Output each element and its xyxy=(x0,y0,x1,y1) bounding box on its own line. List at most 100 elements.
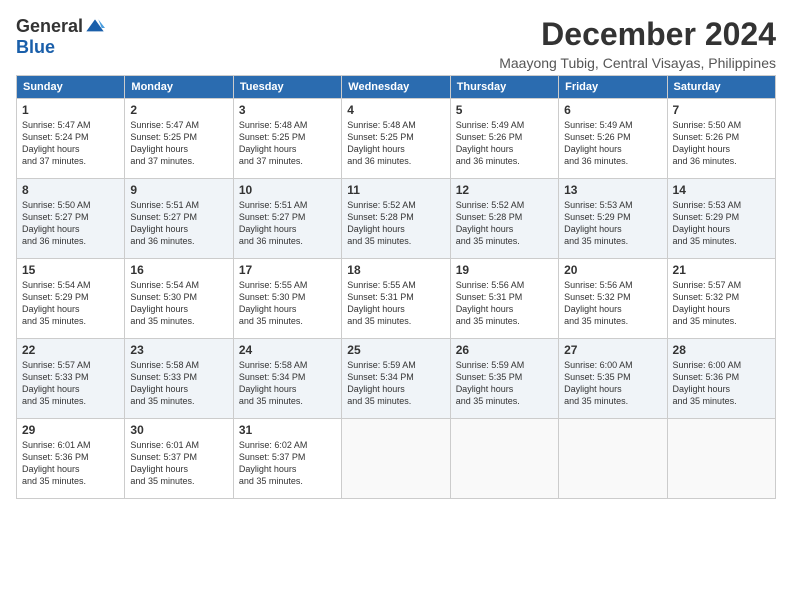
day-number: 13 xyxy=(564,183,661,197)
calendar-day-cell: 7 Sunrise: 5:50 AM Sunset: 5:26 PM Dayli… xyxy=(667,99,775,179)
day-number: 18 xyxy=(347,263,444,277)
calendar-day-cell: 3 Sunrise: 5:48 AM Sunset: 5:25 PM Dayli… xyxy=(233,99,341,179)
day-number: 15 xyxy=(22,263,119,277)
calendar-day-cell: 31 Sunrise: 6:02 AM Sunset: 5:37 PM Dayl… xyxy=(233,419,341,499)
day-info: Sunrise: 5:57 AM Sunset: 5:32 PM Dayligh… xyxy=(673,279,770,328)
calendar-day-cell: 28 Sunrise: 6:00 AM Sunset: 5:36 PM Dayl… xyxy=(667,339,775,419)
day-number: 1 xyxy=(22,103,119,117)
day-number: 11 xyxy=(347,183,444,197)
calendar-week-row: 8 Sunrise: 5:50 AM Sunset: 5:27 PM Dayli… xyxy=(17,179,776,259)
calendar-table: SundayMondayTuesdayWednesdayThursdayFrid… xyxy=(16,75,776,499)
day-number: 3 xyxy=(239,103,336,117)
calendar-day-cell: 18 Sunrise: 5:55 AM Sunset: 5:31 PM Dayl… xyxy=(342,259,450,339)
day-info: Sunrise: 5:55 AM Sunset: 5:30 PM Dayligh… xyxy=(239,279,336,328)
day-info: Sunrise: 5:59 AM Sunset: 5:35 PM Dayligh… xyxy=(456,359,553,408)
logo-blue: Blue xyxy=(16,37,55,58)
day-info: Sunrise: 5:51 AM Sunset: 5:27 PM Dayligh… xyxy=(130,199,227,248)
day-info: Sunrise: 5:49 AM Sunset: 5:26 PM Dayligh… xyxy=(456,119,553,168)
day-info: Sunrise: 5:54 AM Sunset: 5:30 PM Dayligh… xyxy=(130,279,227,328)
calendar-day-cell: 10 Sunrise: 5:51 AM Sunset: 5:27 PM Dayl… xyxy=(233,179,341,259)
day-number: 6 xyxy=(564,103,661,117)
calendar-day-cell: 12 Sunrise: 5:52 AM Sunset: 5:28 PM Dayl… xyxy=(450,179,558,259)
day-info: Sunrise: 5:47 AM Sunset: 5:25 PM Dayligh… xyxy=(130,119,227,168)
day-number: 25 xyxy=(347,343,444,357)
calendar-day-cell: 25 Sunrise: 5:59 AM Sunset: 5:34 PM Dayl… xyxy=(342,339,450,419)
calendar-day-header: Monday xyxy=(125,76,233,99)
day-info: Sunrise: 6:00 AM Sunset: 5:35 PM Dayligh… xyxy=(564,359,661,408)
day-number: 4 xyxy=(347,103,444,117)
day-number: 17 xyxy=(239,263,336,277)
logo: General Blue xyxy=(16,16,105,58)
calendar-week-row: 15 Sunrise: 5:54 AM Sunset: 5:29 PM Dayl… xyxy=(17,259,776,339)
day-number: 19 xyxy=(456,263,553,277)
day-number: 14 xyxy=(673,183,770,197)
calendar-day-cell: 15 Sunrise: 5:54 AM Sunset: 5:29 PM Dayl… xyxy=(17,259,125,339)
day-number: 24 xyxy=(239,343,336,357)
calendar-day-header: Saturday xyxy=(667,76,775,99)
day-info: Sunrise: 6:01 AM Sunset: 5:37 PM Dayligh… xyxy=(130,439,227,488)
calendar-day-cell: 29 Sunrise: 6:01 AM Sunset: 5:36 PM Dayl… xyxy=(17,419,125,499)
calendar-day-cell: 6 Sunrise: 5:49 AM Sunset: 5:26 PM Dayli… xyxy=(559,99,667,179)
day-number: 27 xyxy=(564,343,661,357)
day-number: 31 xyxy=(239,423,336,437)
calendar-day-header: Friday xyxy=(559,76,667,99)
calendar-week-row: 22 Sunrise: 5:57 AM Sunset: 5:33 PM Dayl… xyxy=(17,339,776,419)
day-info: Sunrise: 6:00 AM Sunset: 5:36 PM Dayligh… xyxy=(673,359,770,408)
day-number: 29 xyxy=(22,423,119,437)
day-info: Sunrise: 5:58 AM Sunset: 5:33 PM Dayligh… xyxy=(130,359,227,408)
day-info: Sunrise: 5:58 AM Sunset: 5:34 PM Dayligh… xyxy=(239,359,336,408)
calendar-day-cell: 26 Sunrise: 5:59 AM Sunset: 5:35 PM Dayl… xyxy=(450,339,558,419)
day-number: 8 xyxy=(22,183,119,197)
day-number: 16 xyxy=(130,263,227,277)
calendar-day-cell: 17 Sunrise: 5:55 AM Sunset: 5:30 PM Dayl… xyxy=(233,259,341,339)
title-section: December 2024 Maayong Tubig, Central Vis… xyxy=(499,16,776,71)
day-info: Sunrise: 6:02 AM Sunset: 5:37 PM Dayligh… xyxy=(239,439,336,488)
day-info: Sunrise: 5:53 AM Sunset: 5:29 PM Dayligh… xyxy=(673,199,770,248)
logo-general: General xyxy=(16,16,83,37)
calendar-day-cell: 14 Sunrise: 5:53 AM Sunset: 5:29 PM Dayl… xyxy=(667,179,775,259)
day-info: Sunrise: 5:55 AM Sunset: 5:31 PM Dayligh… xyxy=(347,279,444,328)
calendar-day-cell: 20 Sunrise: 5:56 AM Sunset: 5:32 PM Dayl… xyxy=(559,259,667,339)
day-info: Sunrise: 5:54 AM Sunset: 5:29 PM Dayligh… xyxy=(22,279,119,328)
calendar-day-cell xyxy=(450,419,558,499)
day-info: Sunrise: 6:01 AM Sunset: 5:36 PM Dayligh… xyxy=(22,439,119,488)
day-number: 7 xyxy=(673,103,770,117)
day-info: Sunrise: 5:59 AM Sunset: 5:34 PM Dayligh… xyxy=(347,359,444,408)
day-info: Sunrise: 5:49 AM Sunset: 5:26 PM Dayligh… xyxy=(564,119,661,168)
calendar-day-header: Tuesday xyxy=(233,76,341,99)
calendar-day-header: Sunday xyxy=(17,76,125,99)
day-info: Sunrise: 5:48 AM Sunset: 5:25 PM Dayligh… xyxy=(239,119,336,168)
calendar-day-cell: 11 Sunrise: 5:52 AM Sunset: 5:28 PM Dayl… xyxy=(342,179,450,259)
day-number: 10 xyxy=(239,183,336,197)
day-number: 12 xyxy=(456,183,553,197)
calendar-day-cell xyxy=(342,419,450,499)
day-number: 26 xyxy=(456,343,553,357)
day-number: 9 xyxy=(130,183,227,197)
day-info: Sunrise: 5:56 AM Sunset: 5:31 PM Dayligh… xyxy=(456,279,553,328)
day-info: Sunrise: 5:57 AM Sunset: 5:33 PM Dayligh… xyxy=(22,359,119,408)
day-info: Sunrise: 5:50 AM Sunset: 5:27 PM Dayligh… xyxy=(22,199,119,248)
calendar-day-cell: 27 Sunrise: 6:00 AM Sunset: 5:35 PM Dayl… xyxy=(559,339,667,419)
calendar-day-cell: 9 Sunrise: 5:51 AM Sunset: 5:27 PM Dayli… xyxy=(125,179,233,259)
day-info: Sunrise: 5:48 AM Sunset: 5:25 PM Dayligh… xyxy=(347,119,444,168)
logo-icon xyxy=(85,16,105,36)
day-info: Sunrise: 5:47 AM Sunset: 5:24 PM Dayligh… xyxy=(22,119,119,168)
calendar-day-cell: 23 Sunrise: 5:58 AM Sunset: 5:33 PM Dayl… xyxy=(125,339,233,419)
calendar-day-cell: 1 Sunrise: 5:47 AM Sunset: 5:24 PM Dayli… xyxy=(17,99,125,179)
calendar-day-cell: 8 Sunrise: 5:50 AM Sunset: 5:27 PM Dayli… xyxy=(17,179,125,259)
calendar-day-cell: 22 Sunrise: 5:57 AM Sunset: 5:33 PM Dayl… xyxy=(17,339,125,419)
day-number: 28 xyxy=(673,343,770,357)
day-number: 23 xyxy=(130,343,227,357)
calendar-day-header: Wednesday xyxy=(342,76,450,99)
day-info: Sunrise: 5:51 AM Sunset: 5:27 PM Dayligh… xyxy=(239,199,336,248)
calendar-day-cell: 19 Sunrise: 5:56 AM Sunset: 5:31 PM Dayl… xyxy=(450,259,558,339)
day-number: 30 xyxy=(130,423,227,437)
calendar-header-row: SundayMondayTuesdayWednesdayThursdayFrid… xyxy=(17,76,776,99)
day-number: 20 xyxy=(564,263,661,277)
day-number: 22 xyxy=(22,343,119,357)
day-number: 2 xyxy=(130,103,227,117)
day-info: Sunrise: 5:52 AM Sunset: 5:28 PM Dayligh… xyxy=(456,199,553,248)
day-info: Sunrise: 5:50 AM Sunset: 5:26 PM Dayligh… xyxy=(673,119,770,168)
day-number: 21 xyxy=(673,263,770,277)
calendar-day-cell: 16 Sunrise: 5:54 AM Sunset: 5:30 PM Dayl… xyxy=(125,259,233,339)
